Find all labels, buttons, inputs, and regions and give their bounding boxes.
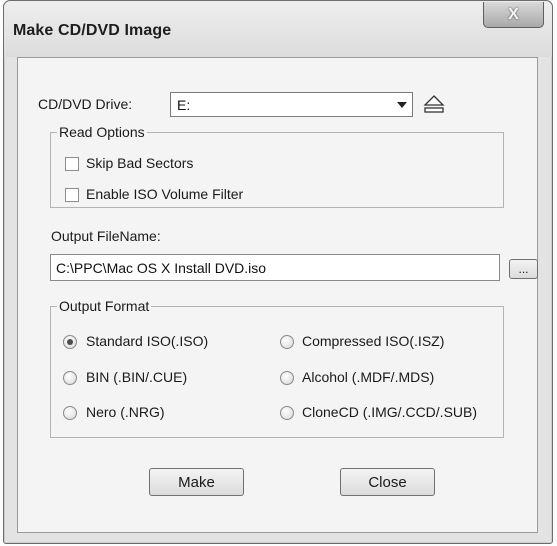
radio-bin-cue[interactable] <box>63 371 77 385</box>
radio-label-bin-cue[interactable]: BIN (.BIN/.CUE) <box>86 369 187 385</box>
output-filename-value: C:\PPC\Mac OS X Install DVD.iso <box>56 260 267 276</box>
drive-select[interactable]: E: <box>170 92 413 117</box>
dialog-title: Make CD/DVD Image <box>13 22 172 39</box>
output-filename-field[interactable]: C:\PPC\Mac OS X Install DVD.iso <box>50 254 500 281</box>
title-bar[interactable]: Make CD/DVD Image X <box>4 1 552 57</box>
dialog-body: CD/DVD Drive: E: Read Options Skip Bad S… <box>17 57 538 533</box>
radio-nero[interactable] <box>63 406 77 420</box>
make-button[interactable]: Make <box>149 468 244 496</box>
skip-bad-sectors-checkbox[interactable] <box>65 157 79 171</box>
read-options-legend: Read Options <box>59 124 145 140</box>
drive-label: CD/DVD Drive: <box>38 96 133 112</box>
close-button[interactable]: Close <box>340 468 435 496</box>
output-filename-label: Output FileName: <box>51 228 161 244</box>
close-icon: X <box>508 5 519 23</box>
chevron-down-icon[interactable] <box>397 102 407 108</box>
window-close-button[interactable]: X <box>483 2 544 28</box>
radio-compressed-iso[interactable] <box>280 335 294 349</box>
make-image-dialog: Make CD/DVD Image X CD/DVD Drive: E: Rea… <box>3 0 553 544</box>
radio-label-clonecd[interactable]: CloneCD (.IMG/.CCD/.SUB) <box>302 404 477 420</box>
radio-label-nero[interactable]: Nero (.NRG) <box>86 404 165 420</box>
iso-volume-filter-label[interactable]: Enable ISO Volume Filter <box>86 186 243 202</box>
radio-standard-iso[interactable] <box>63 335 77 349</box>
radio-alcohol[interactable] <box>280 371 294 385</box>
radio-label-alcohol[interactable]: Alcohol (.MDF/.MDS) <box>302 369 434 385</box>
browse-button[interactable]: ... <box>509 259 538 279</box>
skip-bad-sectors-label[interactable]: Skip Bad Sectors <box>86 155 193 171</box>
output-format-legend: Output Format <box>59 298 150 314</box>
radio-label-compressed-iso[interactable]: Compressed ISO(.ISZ) <box>302 333 444 349</box>
radio-label-standard-iso[interactable]: Standard ISO(.ISO) <box>86 333 208 349</box>
eject-icon[interactable] <box>423 93 445 115</box>
iso-volume-filter-checkbox[interactable] <box>65 188 79 202</box>
radio-clonecd[interactable] <box>280 406 294 420</box>
drive-selected-value: E: <box>177 97 191 113</box>
